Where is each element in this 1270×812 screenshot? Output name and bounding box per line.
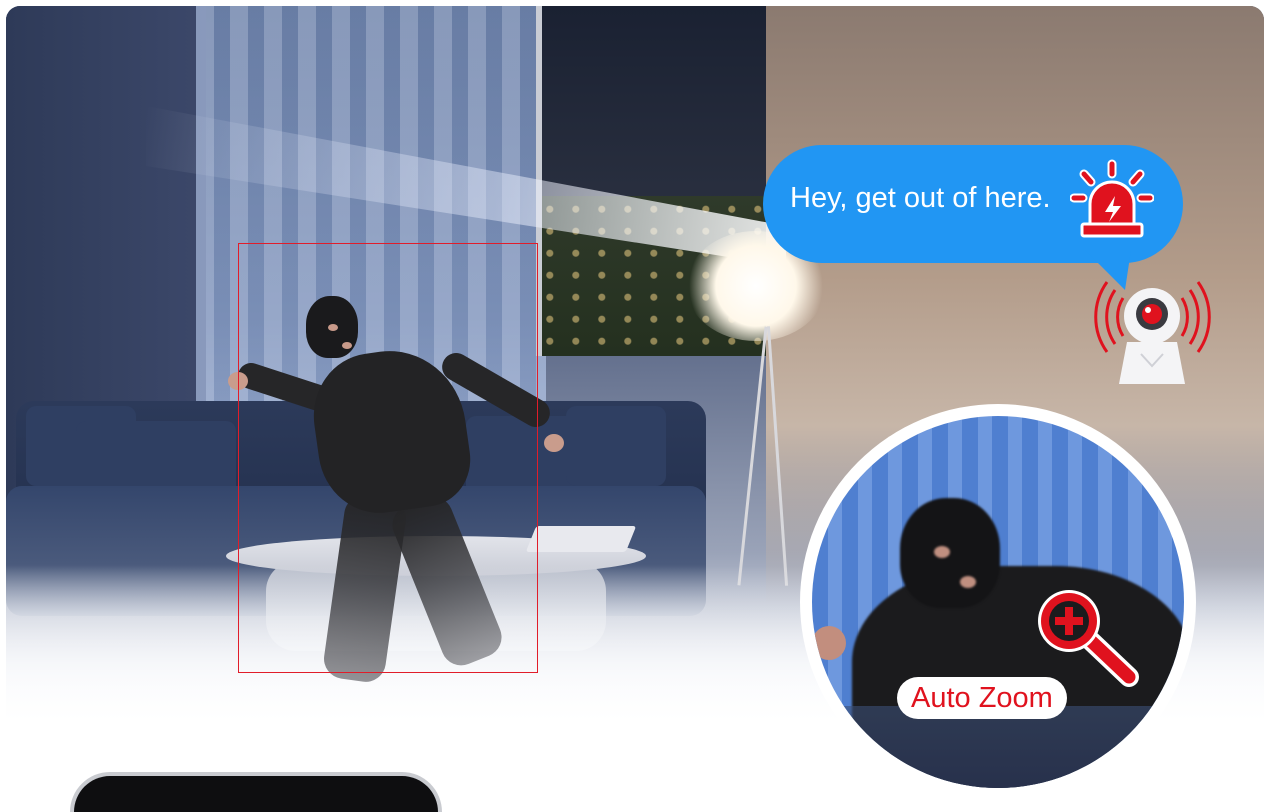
warning-message: Hey, get out of here.	[790, 182, 1051, 214]
security-camera-icon	[1094, 281, 1211, 384]
alarm-siren-icon	[1070, 159, 1154, 238]
zoomed-intruder-eye	[960, 576, 976, 588]
zoomed-intruder-hand	[812, 626, 846, 660]
motion-detection-box	[238, 243, 538, 673]
zoomed-intruder-eye	[934, 546, 950, 558]
intruder-hand	[544, 434, 564, 452]
zoom-in-icon	[1038, 590, 1139, 687]
zoomed-intruder-head	[900, 498, 1000, 608]
phone-frame-top	[70, 772, 442, 812]
auto-zoom-label: Auto Zoom	[897, 677, 1067, 719]
lamp-leg	[737, 326, 768, 586]
